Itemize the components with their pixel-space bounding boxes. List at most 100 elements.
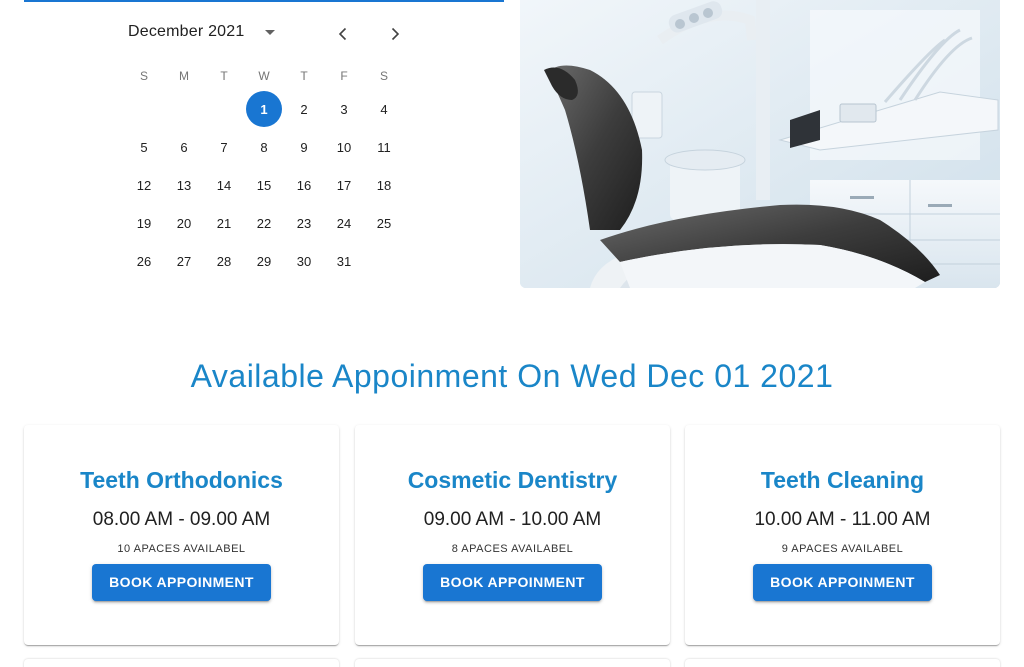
calendar-day[interactable]: 19 [124, 204, 164, 242]
calendar-empty-cell [364, 242, 404, 280]
calendar-header: December 2021 [128, 22, 280, 42]
calendar-month-label[interactable]: December 2021 [128, 23, 244, 41]
appointment-title: Cosmetic Dentistry [407, 467, 618, 493]
calendar-day[interactable]: 6 [164, 128, 204, 166]
appointment-time: 08.00 AM - 09.00 AM [92, 509, 271, 530]
calendar-day[interactable]: 5 [124, 128, 164, 166]
calendar-day[interactable]: 23 [284, 204, 324, 242]
calendar-day[interactable]: 26 [124, 242, 164, 280]
calendar-day[interactable]: 7 [204, 128, 244, 166]
calendar-day-number: 12 [136, 177, 152, 193]
calendar-day[interactable]: 27 [164, 242, 204, 280]
calendar-day-number: 9 [300, 139, 308, 155]
calendar-day[interactable]: 2 [284, 90, 324, 128]
calendar-day[interactable]: 17 [324, 166, 364, 204]
calendar-day-number: 2 [300, 101, 308, 117]
calendar-day[interactable]: 3 [324, 90, 364, 128]
appointment-title: Teeth Orthodonics [80, 467, 283, 493]
chevron-right-icon[interactable] [383, 22, 407, 46]
calendar-day-number: 26 [136, 253, 152, 269]
appointment-spaces: 10 APACES AVAILABEL [117, 543, 246, 555]
calendar-day-number: 24 [336, 215, 352, 231]
calendar-day[interactable]: 10 [324, 128, 364, 166]
calendar-grid: S M T W T F S 1 2 3 4 5 6 7 8 9 10 11 12 13 14 15 16 17 1… [124, 62, 404, 280]
calendar-day[interactable]: 16 [284, 166, 324, 204]
calendar-day[interactable]: 25 [364, 204, 404, 242]
appointment-title: Teeth Cleaning [760, 467, 925, 493]
calendar-day-number: 17 [336, 177, 352, 193]
appointment-time: 10.00 AM - 11.00 AM [754, 509, 931, 530]
calendar-day-number: 18 [376, 177, 392, 193]
dental-chair-image [520, 0, 1000, 288]
appointment-card: Cosmetic Dentistry 09.00 AM - 10.00 AM 8… [355, 425, 670, 645]
calendar-week-row: 1 2 3 4 [124, 90, 404, 128]
calendar-day-number: 6 [180, 139, 188, 155]
calendar-day-number: 25 [376, 215, 392, 231]
calendar-day-number: 22 [256, 215, 272, 231]
calendar-day[interactable]: 13 [164, 166, 204, 204]
appointment-card: Teeth Orthodonics 08.00 AM - 09.00 AM 10… [24, 425, 339, 645]
calendar-day[interactable]: 20 [164, 204, 204, 242]
book-appointment-button[interactable]: BOOK APPOINMENT [92, 564, 271, 601]
calendar-year: 2021 [208, 23, 245, 40]
calendar-day-number: 20 [176, 215, 192, 231]
appointment-card [685, 659, 1000, 667]
caret-down-icon[interactable] [260, 22, 280, 42]
appointment-card [24, 659, 339, 667]
calendar-day-number: 23 [296, 215, 312, 231]
calendar-day[interactable]: 12 [124, 166, 164, 204]
calendar-day-number: 3 [340, 101, 348, 117]
weekday-label: F [340, 69, 348, 83]
calendar-day[interactable]: 29 [244, 242, 284, 280]
appointment-card: Teeth Cleaning 10.00 AM - 11.00 AM 9 APA… [685, 425, 1000, 645]
calendar-day-number: 27 [176, 253, 192, 269]
calendar-day[interactable]: 31 [324, 242, 364, 280]
calendar-day[interactable]: 28 [204, 242, 244, 280]
calendar-day[interactable]: 18 [364, 166, 404, 204]
weekday-row: S M T W T F S [124, 62, 404, 90]
weekday-label: S [379, 69, 388, 83]
calendar-day[interactable]: 4 [364, 90, 404, 128]
calendar-week-row: 26 27 28 29 30 31 [124, 242, 404, 280]
calendar-day[interactable]: 22 [244, 204, 284, 242]
calendar-day[interactable]: 24 [324, 204, 364, 242]
calendar-day-number: 8 [260, 139, 268, 155]
appointment-time: 09.00 AM - 10.00 AM [423, 509, 602, 530]
calendar-weeks: 1 2 3 4 5 6 7 8 9 10 11 12 13 14 15 16 17 18 19 20 21 22 23 24 2… [124, 90, 404, 280]
calendar-day[interactable]: 8 [244, 128, 284, 166]
book-appointment-button[interactable]: BOOK APPOINMENT [753, 564, 932, 601]
calendar-day[interactable]: 30 [284, 242, 324, 280]
calendar-day-number: 7 [220, 139, 228, 155]
calendar-day[interactable]: 11 [364, 128, 404, 166]
weekday-label: S [139, 69, 148, 83]
appointment-spaces: 8 APACES AVAILABEL [451, 543, 574, 555]
date-calendar: December 2021 S M T W T F S 1 2 3 4 5 6 7 8 9 10 1… [24, 0, 504, 288]
calendar-week-row: 12 13 14 15 16 17 18 [124, 166, 404, 204]
calendar-day-number: 4 [380, 101, 388, 117]
calendar-empty-cell [164, 90, 204, 128]
calendar-day-number: 14 [216, 177, 232, 193]
calendar-day-number: 5 [140, 139, 148, 155]
calendar-day-number: 13 [176, 177, 192, 193]
calendar-day-number: 21 [216, 215, 232, 231]
calendar-day[interactable]: 15 [244, 166, 284, 204]
weekday-label: T [300, 69, 308, 83]
weekday-label: M [179, 69, 189, 83]
calendar-day[interactable]: 21 [204, 204, 244, 242]
calendar-day-selected[interactable]: 1 [244, 90, 284, 128]
calendar-day-number: 19 [136, 215, 152, 231]
chevron-left-icon[interactable] [331, 22, 355, 46]
calendar-day-number: 11 [377, 139, 391, 155]
calendar-empty-cell [124, 90, 164, 128]
calendar-day-number: 28 [216, 253, 232, 269]
book-appointment-button[interactable]: BOOK APPOINMENT [423, 564, 602, 601]
calendar-day-number: 10 [336, 139, 352, 155]
available-appointments-heading: Available Appoinment On Wed Dec 01 2021 [190, 358, 834, 394]
calendar-day[interactable]: 9 [284, 128, 324, 166]
calendar-day-number: 29 [256, 253, 272, 269]
calendar-day[interactable]: 14 [204, 166, 244, 204]
calendar-week-row: 5 6 7 8 9 10 11 [124, 128, 404, 166]
calendar-empty-cell [204, 90, 244, 128]
weekday-label: T [220, 69, 228, 83]
weekday-label: W [258, 69, 270, 83]
